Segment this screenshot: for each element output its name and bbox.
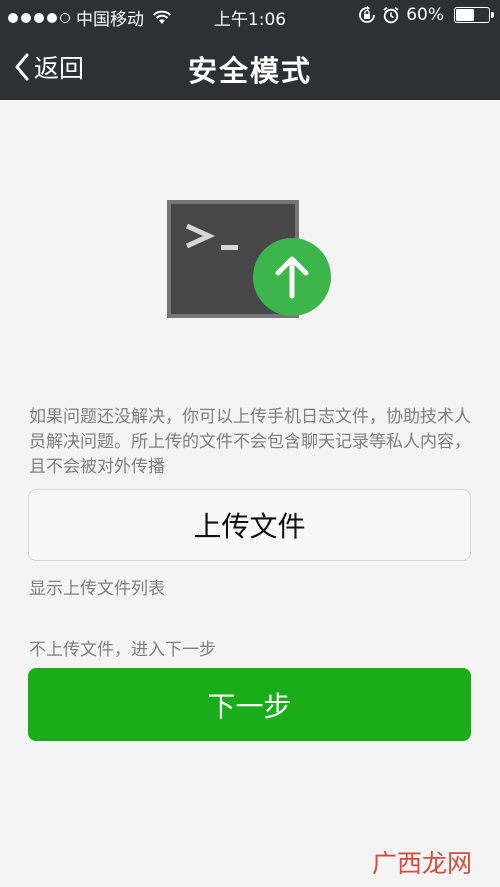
page-title: 安全模式 xyxy=(187,54,312,88)
upload-arrow-icon xyxy=(253,238,331,316)
upload-file-button[interactable]: 上传文件 xyxy=(28,489,471,561)
header: 中国移动 上午1:06 60% 返回 安全模式 xyxy=(0,0,500,100)
battery-icon xyxy=(454,7,494,23)
alarm-clock-icon xyxy=(383,6,399,24)
nav-bar: 返回 安全模式 xyxy=(0,32,500,100)
next-step-button[interactable]: 下一步 xyxy=(28,668,471,741)
battery-cap xyxy=(491,12,494,18)
rotation-lock-icon xyxy=(359,6,376,23)
description-text: 如果问题还没解决，你可以上传手机日志文件，协助技术人员解决问题。所上传的文件不会… xyxy=(29,407,471,477)
watermark: 广西龙网 xyxy=(371,849,472,878)
show-upload-list-link[interactable]: 显示上传文件列表 xyxy=(29,574,165,599)
skip-hint-text: 不上传文件，进入下一步 xyxy=(29,640,216,660)
status-bar: 中国移动 上午1:06 60% xyxy=(0,0,500,32)
status-right: 60% xyxy=(358,5,494,25)
battery-level xyxy=(456,9,474,21)
battery-percent: 60% xyxy=(406,5,444,25)
illustration xyxy=(167,200,333,320)
